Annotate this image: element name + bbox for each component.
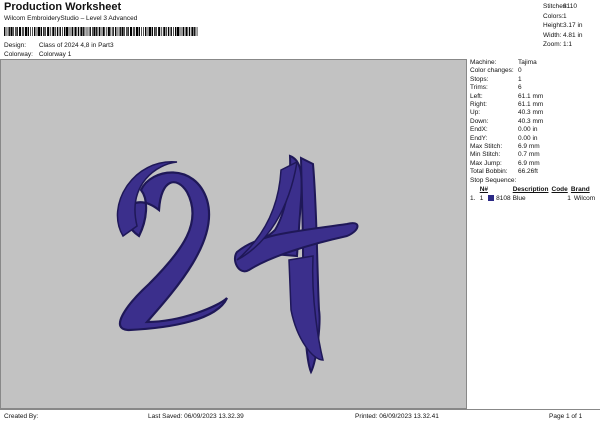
detail-row: Down: 40.3 mm [468,118,600,126]
detail-label: Trims: [470,84,488,92]
detail-value: 0 [518,67,522,75]
detail-value: 0.7 mm [518,151,540,159]
detail-row: Total Bobbin: 66.26ft [468,168,600,176]
colorway-row: Colorway: Colorway 1 [4,51,71,58]
stop-sequence-header: N# Description Code Brand [468,185,600,194]
thread-description: Blue [512,195,526,203]
design-row: Design: Class of 2024 4,8 in Part3 [4,42,114,49]
colors-label: Colors: [543,12,564,20]
row-index: 1. [470,195,476,203]
detail-label: Color changes: [470,67,514,75]
page-number: Page 1 of 1 [549,413,583,420]
details-panel: Machine: Tajima Color changes: 0 Stops: 1 Trim… [468,59,600,204]
colors-value: 1 [563,12,567,20]
stitches-label: Stitches: [543,3,568,10]
digit-2-shape [116,161,229,332]
detail-row: Min Stitch: 0.7 mm [468,151,600,159]
detail-row: Max Stitch: 6.9 mm [468,143,600,151]
header-description: Description [512,186,549,194]
worksheet-title: Production Worksheet [4,1,122,13]
details-list: Machine: Tajima Color changes: 0 Stops: 1 Trim… [468,59,600,176]
detail-label: Right: [470,100,487,108]
stitches-value: 8110 [563,3,577,10]
design-preview [0,59,467,409]
detail-label: Total Bobbin: [470,168,508,176]
detail-label: Max Jump: [470,159,502,167]
detail-value: 40.3 mm [518,109,544,117]
detail-value: 0.00 in [518,126,538,134]
detail-label: Max Stitch: [470,142,503,150]
stop-sequence-title: Stop Sequence: [470,177,517,185]
header-number: N# [479,186,489,194]
detail-value: 0.00 in [518,134,538,142]
colorway-label: Colorway: [4,51,33,58]
detail-row: Color changes: 0 [468,67,600,75]
detail-row: Stops: 1 [468,76,600,84]
detail-row: EndY: 0.00 in [468,135,600,143]
height-value: 3.17 in [563,22,583,29]
thread-brand: Wilcom [573,195,596,203]
design-stats: Stitches: 8110 Colors: 1 Height: 3.17 in Wi… [543,2,583,50]
design-label: Design: [4,42,27,49]
height-label: Height: [543,22,564,29]
thread-code: 8108 [496,195,511,203]
detail-row: EndX: 0.00 in [468,126,600,134]
detail-row: Right: 61.1 mm [468,101,600,109]
worksheet-header: Production Worksheet Wilcom EmbroiderySt… [0,0,600,59]
header-code: Code [551,186,568,194]
width-value: 4.81 in [563,31,583,39]
software-subtitle: Wilcom EmbroideryStudio – Level 3 Advanc… [4,15,138,22]
detail-value: 66.26ft [518,168,538,176]
barcode [4,27,198,36]
detail-row: Machine: Tajima [468,59,600,67]
worksheet-footer: Created By: Last Saved: 06/09/2023 13.32… [0,409,600,424]
detail-value: Tajima [518,59,537,66]
created-by: Created By: [4,413,39,420]
detail-row: Left: 61.1 mm [468,93,600,101]
detail-label: EndX: [470,126,488,134]
detail-label: Min Stitch: [470,151,501,159]
detail-value: 6 [518,84,522,92]
detail-label: Machine: [470,59,497,66]
stop-sequence-row: 1. 1 8108 Blue 1 Wilcom [468,194,600,204]
color-swatch-box [488,195,495,202]
printed-date: Printed: 06/09/2023 13.32.41 [355,413,439,420]
last-saved: Last Saved: 06/09/2023 13.32.39 [148,413,244,420]
header-brand: Brand [570,186,590,194]
row-code: 1 [567,195,571,203]
detail-row: Up: 40.3 mm [468,109,600,117]
zoom-label: Zoom: [543,41,562,48]
detail-label: Down: [470,117,489,125]
detail-value: 61.1 mm [518,100,544,108]
detail-label: Up: [470,109,481,117]
detail-value: 40.3 mm [518,117,544,125]
detail-value: 1 [518,75,522,83]
row-number: 1 [479,195,484,203]
design-value: Class of 2024 4,8 in Part3 [38,42,114,49]
color-swatch [488,194,496,203]
detail-value: 6.9 mm [518,142,540,150]
detail-value: 6.9 mm [518,159,540,167]
digit-4-shape [233,154,359,375]
detail-label: EndY: [470,134,488,142]
detail-label: Left: [470,92,483,100]
detail-row: Max Jump: 6.9 mm [468,160,600,168]
detail-value: 61.1 mm [518,92,544,100]
width-label: Width: [543,31,562,39]
detail-label: Stops: [470,75,489,83]
zoom-value: 1:1 [563,41,573,48]
embroidery-design [116,154,359,375]
detail-row: Trims: 6 [468,84,600,92]
colorway-value: Colorway 1 [38,51,72,58]
